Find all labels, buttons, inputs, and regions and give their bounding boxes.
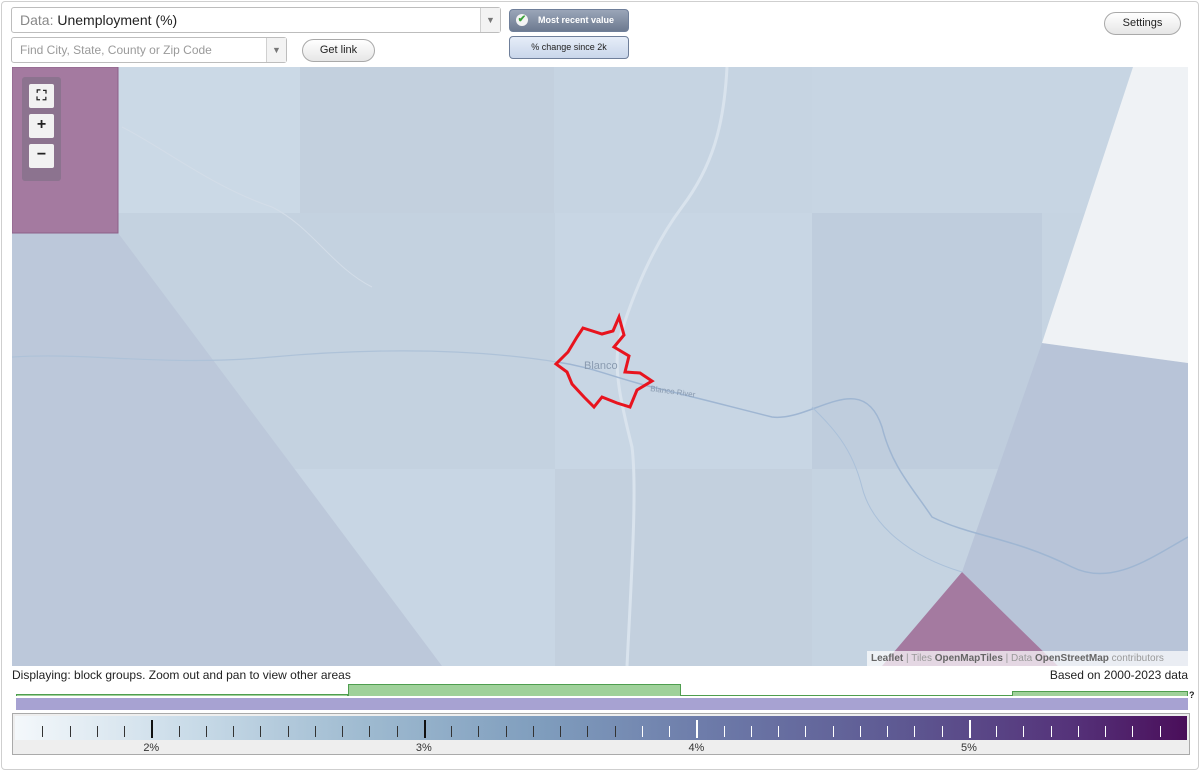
legend-major-tick — [151, 720, 154, 738]
legend-minor-tick — [1159, 726, 1161, 737]
legend-minor-tick — [750, 726, 752, 737]
legend-minor-tick — [669, 726, 671, 737]
location-search[interactable]: ▼ — [11, 37, 287, 63]
range-bar — [16, 698, 1188, 710]
legend-minor-tick — [1077, 726, 1079, 737]
data-select[interactable]: Data: Unemployment (%) ▼ — [11, 7, 501, 33]
legend-minor-tick — [614, 726, 616, 737]
legend-minor-tick — [532, 726, 534, 737]
legend-minor-tick — [505, 726, 507, 737]
legend-minor-tick — [260, 726, 262, 737]
display-status: Displaying: block groups. Zoom out and p… — [12, 668, 351, 682]
quartile-band — [348, 684, 681, 696]
legend-minor-tick — [124, 726, 126, 737]
legend-label: 3% — [415, 742, 432, 754]
legend-minor-tick — [369, 726, 371, 737]
legend-minor-tick — [778, 726, 780, 737]
legend-label: 5% — [961, 742, 977, 754]
legend-minor-tick — [451, 726, 453, 737]
legend-minor-tick — [42, 726, 44, 737]
quartile-band — [681, 695, 1012, 696]
chevron-down-icon[interactable]: ▼ — [480, 8, 500, 32]
legend-minor-tick — [178, 726, 180, 737]
get-link-button[interactable]: Get link — [302, 39, 375, 62]
openmaptiles-link[interactable]: OpenMapTiles — [935, 653, 1003, 664]
legend-minor-tick — [1132, 726, 1134, 737]
most-recent-value-toggle[interactable]: ✔ Most recent value — [509, 9, 629, 32]
legend-minor-tick — [96, 726, 98, 737]
legend-minor-tick — [887, 726, 889, 737]
checkmark-icon: ✔ — [516, 14, 528, 26]
quartile-band — [1012, 691, 1188, 696]
legend-major-tick — [696, 720, 699, 738]
fullscreen-icon[interactable]: ⛶ — [29, 84, 54, 108]
data-select-value: Unemployment (%) — [57, 12, 178, 28]
data-select-prefix: Data: — [20, 12, 54, 28]
settings-button[interactable]: Settings — [1104, 12, 1181, 35]
legend-minor-tick — [233, 726, 235, 737]
legend-minor-tick — [560, 726, 562, 737]
openstreetmap-link[interactable]: OpenStreetMap — [1035, 653, 1109, 664]
zoom-out-button[interactable]: − — [29, 144, 54, 168]
help-icon[interactable]: ? — [1189, 690, 1195, 700]
legend-minor-tick — [1023, 726, 1025, 737]
legend-label: 2% — [143, 742, 160, 754]
map[interactable]: Blanco Blanco River Leaflet | Tiles Open… — [12, 67, 1188, 666]
legend-minor-tick — [832, 726, 834, 737]
attribution-text: contributors — [1108, 653, 1164, 664]
chevron-down-icon[interactable]: ▼ — [266, 38, 286, 62]
place-label: Blanco — [584, 360, 618, 372]
attribution-text: | Tiles — [903, 653, 935, 664]
legend-gradient — [15, 716, 1187, 740]
legend-minor-tick — [1050, 726, 1052, 737]
legend-minor-tick — [641, 726, 643, 737]
search-input[interactable] — [20, 39, 260, 61]
legend-minor-tick — [914, 726, 916, 737]
legend-minor-tick — [723, 726, 725, 737]
most-recent-value-label: Most recent value — [537, 15, 615, 25]
legend-minor-tick — [996, 726, 998, 737]
legend-minor-tick — [1105, 726, 1107, 737]
percent-change-toggle[interactable]: % change since 2k — [509, 36, 629, 59]
color-legend: 2% 3% 4% 5% — [12, 713, 1190, 755]
legend-minor-tick — [396, 726, 398, 737]
legend-major-tick — [968, 720, 971, 738]
quartile-band — [16, 694, 348, 696]
legend-minor-tick — [69, 726, 71, 737]
zoom-controls: ⛶ + − — [22, 77, 61, 181]
map-canvas: Blanco Blanco River — [12, 67, 1188, 666]
data-years: Based on 2000-2023 data — [1049, 668, 1188, 682]
legend-minor-tick — [478, 726, 480, 737]
legend-minor-tick — [941, 726, 943, 737]
zoom-in-button[interactable]: + — [29, 114, 54, 138]
legend-minor-tick — [314, 726, 316, 737]
attribution-text: | Data — [1002, 653, 1035, 664]
legend-minor-tick — [805, 726, 807, 737]
legend-minor-tick — [287, 726, 289, 737]
map-attribution: Leaflet | Tiles OpenMapTiles | Data Open… — [867, 651, 1188, 666]
legend-minor-tick — [342, 726, 344, 737]
legend-label: 4% — [688, 742, 705, 754]
distribution-histogram — [16, 684, 1188, 710]
leaflet-link[interactable]: Leaflet — [871, 653, 903, 664]
legend-minor-tick — [587, 726, 589, 737]
legend-minor-tick — [859, 726, 861, 737]
legend-minor-tick — [205, 726, 207, 737]
legend-major-tick — [423, 720, 426, 738]
